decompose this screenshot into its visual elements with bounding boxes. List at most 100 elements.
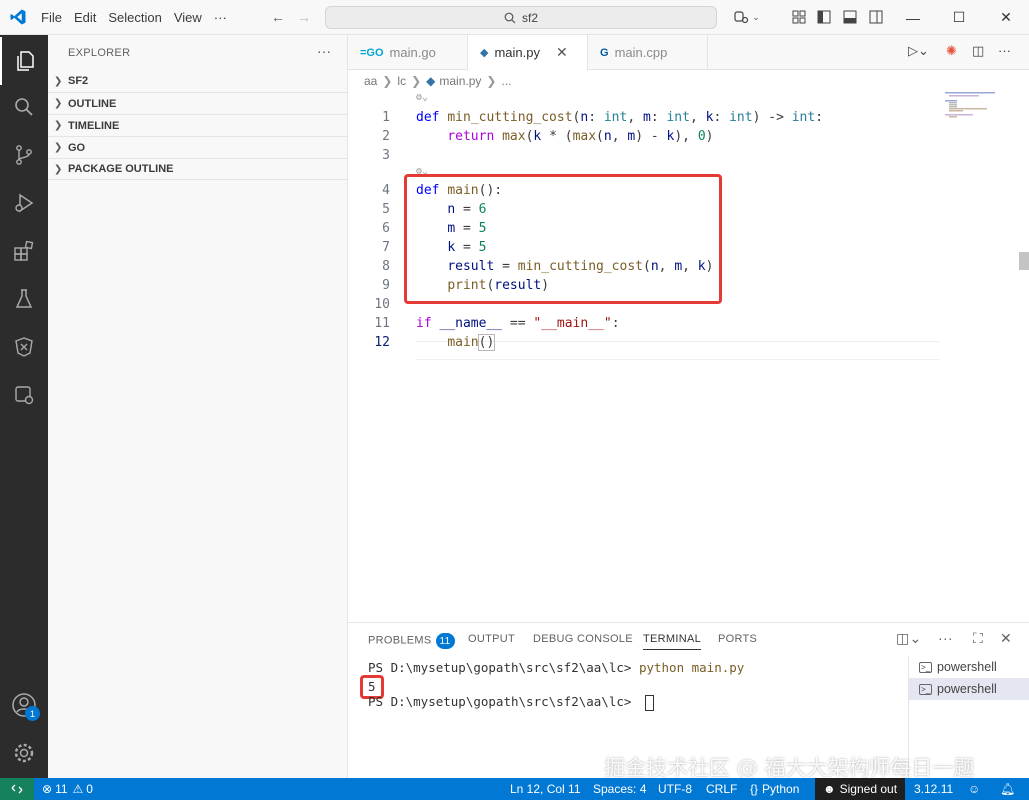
extensions-icon[interactable] [0, 227, 48, 275]
tab-main-py[interactable]: ◆ main.py ✕ [468, 35, 588, 71]
terminal-line-2[interactable]: PS D:\mysetup\gopath\src\sf2\aa\lc> [368, 694, 654, 711]
notifications-bell-icon[interactable]: 🔔︎ [1000, 778, 1015, 800]
forward-arrow-icon[interactable]: → [291, 4, 317, 30]
remote-explorer-icon[interactable] [0, 323, 48, 371]
more-actions-icon[interactable]: ··· [317, 43, 331, 59]
indentation[interactable]: Spaces: 4 [593, 778, 646, 800]
accounts-badge: 1 [25, 706, 40, 721]
sidebar-title: EXPLORER [68, 46, 131, 59]
terminal-cursor [644, 694, 654, 711]
code-line: 3 [348, 146, 948, 165]
source-control-icon[interactable] [0, 131, 48, 179]
tab-output[interactable]: OUTPUT [468, 633, 515, 645]
vertical-scrollbar[interactable] [1019, 252, 1029, 270]
more-editor-actions-icon[interactable]: ··· [998, 43, 1011, 58]
copilot-icon: ☻ [823, 782, 836, 796]
remote-indicator-icon[interactable] [0, 778, 34, 800]
copilot-icon[interactable]: ⌄ [730, 4, 764, 30]
maximize-panel-icon[interactable]: ⛶ [973, 630, 983, 647]
back-arrow-icon[interactable]: ← [265, 4, 291, 30]
toggle-primary-sidebar-icon[interactable] [811, 4, 837, 30]
breadcrumb-symbol[interactable]: ... [501, 74, 511, 88]
code-editor[interactable]: ⚙⌄ 1 def min_cutting_cost(n: int, m: int… [348, 92, 1029, 622]
remote-settings-icon[interactable] [0, 371, 48, 419]
language-mode[interactable]: {} Python [750, 778, 799, 800]
run-debug-icon[interactable] [0, 179, 48, 227]
feedback-icon[interactable]: ☺ [968, 778, 980, 800]
menu-selection[interactable]: Selection [102, 10, 167, 25]
encoding[interactable]: UTF-8 [658, 778, 692, 800]
section-package-outline[interactable]: ❯ PACKAGE OUTLINE [48, 158, 347, 180]
close-window-icon[interactable]: ✕ [983, 0, 1029, 35]
python-file-icon: ◆ [426, 74, 436, 88]
terminal-item-label: powershell [937, 682, 997, 696]
tab-ports[interactable]: PORTS [718, 633, 757, 645]
terminal-item-powershell[interactable]: >_ powershell [909, 656, 1029, 678]
line-number: 11 [374, 316, 390, 331]
title-bar: File Edit Selection View ··· ← → sf2 ⌄ —… [0, 0, 1029, 35]
line-ending[interactable]: CRLF [706, 778, 737, 800]
account-status[interactable]: ☻ Signed out [815, 778, 906, 800]
copilot-sparkle-icon[interactable]: ✺ [946, 43, 957, 59]
chevron-right-icon: ❯ [411, 74, 422, 88]
code-line: 2 return max(k * (max(n, m) - k), 0) [348, 127, 948, 146]
highlight-box-main-function [404, 174, 722, 304]
cursor-position[interactable]: Ln 12, Col 11 [510, 778, 581, 800]
python-interpreter[interactable]: 3.12.11 [914, 778, 953, 800]
toggle-panel-icon[interactable] [837, 4, 863, 30]
menu-edit[interactable]: Edit [68, 10, 102, 25]
minimize-icon[interactable]: — [890, 0, 936, 35]
activity-bar: 1 [0, 35, 48, 778]
chevron-right-icon: ❯ [54, 163, 63, 175]
section-outline[interactable]: ❯ OUTLINE [48, 92, 347, 114]
split-terminal-icon[interactable]: ◫⌄ [896, 630, 922, 647]
command-center-search[interactable]: sf2 [325, 6, 717, 29]
section-timeline[interactable]: ❯ TIMELINE [48, 114, 347, 136]
line-number: 9 [382, 278, 390, 293]
customize-layout-icon[interactable] [786, 4, 812, 30]
terminal-item-powershell[interactable]: >_ powershell [909, 678, 1029, 700]
warning-count: 0 [86, 782, 93, 796]
chevron-right-icon: ❯ [382, 74, 393, 88]
menu-view[interactable]: View [168, 10, 208, 25]
code-line: 11 if __name__ == "__main__": [348, 314, 948, 333]
run-python-file-icon[interactable]: ▷⌄ [908, 43, 929, 59]
problems-indicator[interactable]: ⊗ 11 ⚠ 0 [42, 778, 93, 800]
explorer-sidebar: EXPLORER ··· ❯ SF2 ❯ OUTLINE ❯ TIMELINE ❯ GO… [48, 35, 348, 778]
language-label: Python [762, 782, 800, 796]
tab-label: main.go [389, 45, 436, 60]
tab-main-cpp[interactable]: Gmain.cpp [588, 35, 708, 70]
tab-debug-console[interactable]: DEBUG CONSOLE [533, 633, 633, 645]
menu-more[interactable]: ··· [208, 10, 233, 25]
split-editor-icon[interactable]: ◫ [972, 43, 984, 59]
breadcrumb-lc[interactable]: lc [397, 74, 406, 88]
maximize-icon[interactable]: ☐ [936, 0, 982, 35]
close-panel-icon[interactable]: ✕ [1000, 630, 1012, 647]
terminal-icon: >_ [919, 683, 932, 695]
tab-problems[interactable]: PROBLEMS 11 [368, 633, 455, 649]
codelens-icon[interactable]: ⚙⌄ [416, 92, 428, 103]
status-bar: ⊗ 11 ⚠ 0 Ln 12, Col 11 Spaces: 4 UTF-8 CRL… [0, 778, 1029, 800]
toggle-secondary-sidebar-icon[interactable] [863, 4, 889, 30]
tab-main-go[interactable]: =GO main.go [348, 35, 468, 70]
minimap[interactable] [945, 92, 1005, 122]
search-icon[interactable] [0, 83, 48, 131]
tab-label: PROBLEMS [368, 634, 432, 647]
chevron-right-icon: ❯ [54, 120, 63, 131]
menu-bar: File Edit Selection View ··· [35, 10, 233, 25]
menu-file[interactable]: File [35, 10, 68, 25]
tab-label: main.cpp [614, 45, 668, 60]
breadcrumb-aa[interactable]: aa [364, 74, 377, 88]
error-count: 11 [55, 782, 68, 796]
section-go[interactable]: ❯ GO [48, 136, 347, 158]
testing-flask-icon[interactable] [0, 275, 48, 323]
more-terminal-actions-icon[interactable]: ··· [938, 630, 953, 646]
breadcrumb-file[interactable]: main.py [439, 74, 481, 88]
vscode-logo-icon [0, 0, 35, 35]
explorer-icon[interactable] [0, 37, 48, 85]
tab-terminal[interactable]: TERMINAL [643, 633, 702, 650]
section-sf2[interactable]: ❯ SF2 [48, 70, 347, 92]
manage-gear-icon[interactable] [0, 729, 48, 777]
close-tab-icon[interactable]: ✕ [556, 44, 568, 61]
accounts-icon[interactable] [0, 681, 48, 729]
